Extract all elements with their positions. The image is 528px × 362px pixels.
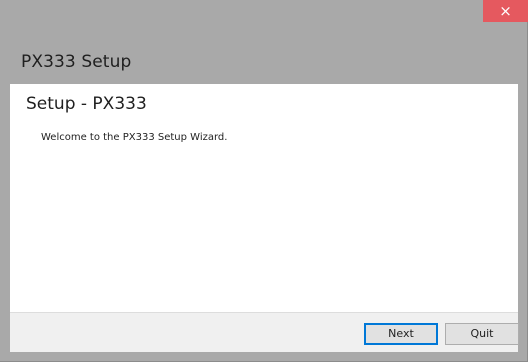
titlebar: × bbox=[0, 0, 528, 30]
next-button[interactable]: Next bbox=[364, 323, 438, 345]
wizard-content: Setup - PX333 Welcome to the PX333 Setup… bbox=[10, 84, 518, 312]
welcome-text: Welcome to the PX333 Setup Wizard. bbox=[41, 132, 228, 143]
close-button[interactable]: × bbox=[483, 0, 528, 22]
window-title: PX333 Setup bbox=[21, 52, 132, 72]
quit-button[interactable]: Quit bbox=[445, 323, 519, 345]
button-bar: Next Quit bbox=[10, 312, 519, 352]
page-title: Setup - PX333 bbox=[26, 94, 147, 114]
setup-window: × PX333 Setup Setup - PX333 Welcome to t… bbox=[0, 0, 528, 362]
